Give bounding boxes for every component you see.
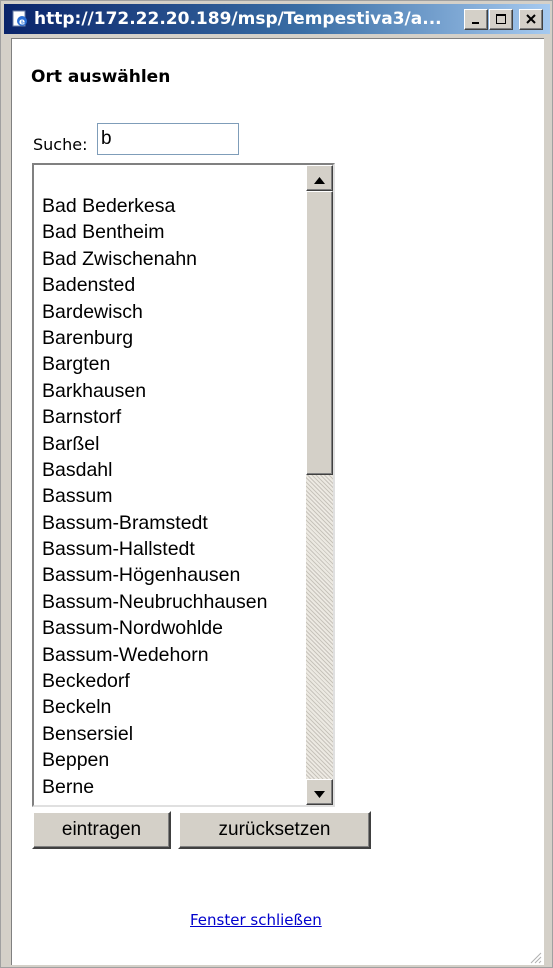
arrow-up-icon <box>314 169 325 188</box>
arrow-down-icon <box>314 783 325 802</box>
reset-button[interactable]: zurücksetzen <box>178 811 371 849</box>
submit-button[interactable]: eintragen <box>32 811 171 849</box>
list-item[interactable]: Bassum-Hallstedt <box>42 536 312 562</box>
list-item[interactable]: Barenburg <box>42 325 312 351</box>
scrollbar-thumb[interactable] <box>306 191 333 475</box>
minimize-button[interactable] <box>464 9 488 30</box>
list-item[interactable]: Bassum-Nordwohlde <box>42 615 312 641</box>
maximize-icon <box>495 10 507 29</box>
ie-page-icon: e <box>10 9 30 29</box>
scroll-down-button[interactable] <box>306 779 333 805</box>
list-item[interactable]: Barnstorf <box>42 404 312 430</box>
list-item[interactable]: Barkhausen <box>42 378 312 404</box>
close-button[interactable] <box>519 9 543 30</box>
list-item[interactable]: Beckedorf <box>42 668 312 694</box>
page-content: Ort auswählen Suche: Bad BederkesaBad Be… <box>11 38 544 965</box>
list-item[interactable]: Beppen <box>42 747 312 773</box>
list-item[interactable]: Bassum-Neubruchhausen <box>42 589 312 615</box>
search-input[interactable] <box>97 123 239 155</box>
title-bar[interactable]: e http://172.22.20.189/msp/Tempestiva3/a… <box>4 4 550 34</box>
close-icon <box>525 10 537 29</box>
list-item[interactable]: Bad Bentheim <box>42 219 312 245</box>
search-label: Suche: <box>33 135 88 154</box>
list-item[interactable]: Bensersiel <box>42 721 312 747</box>
resize-grip[interactable] <box>528 949 542 964</box>
place-listbox[interactable]: Bad Bederkesa Bad Bentheim Bad Zwischenahn… <box>32 163 335 807</box>
list-item[interactable]: Bardewisch <box>42 299 312 325</box>
page-title: Ort auswählen <box>31 67 171 87</box>
list-item[interactable]: Beckeln <box>42 694 312 720</box>
place-list: Bad Bederkesa Bad Bentheim Bad Zwischenahn… <box>42 193 312 800</box>
window-title: http://172.22.20.189/msp/Tempestiva3/a..… <box>34 9 442 29</box>
list-item[interactable]: Bassum-Wedehorn <box>42 642 312 668</box>
list-item[interactable]: Barßel <box>42 431 312 457</box>
maximize-button[interactable] <box>489 9 513 30</box>
scroll-up-button[interactable] <box>306 165 333 191</box>
close-window-link[interactable]: Fenster schließen <box>190 911 322 929</box>
list-item[interactable]: Bassum-Högenhausen <box>42 562 312 588</box>
list-item[interactable]: Basdahl <box>42 457 312 483</box>
vertical-scrollbar[interactable] <box>306 165 333 805</box>
list-item[interactable]: Bassum <box>42 483 312 509</box>
list-item[interactable]: Bad Zwischenahn <box>42 246 312 272</box>
list-item[interactable]: Badensted <box>42 272 312 298</box>
minimize-icon <box>470 10 482 29</box>
svg-text:e: e <box>19 18 25 28</box>
list-item[interactable]: Berne <box>42 774 312 800</box>
popup-window: e http://172.22.20.189/msp/Tempestiva3/a… <box>0 0 553 968</box>
list-item[interactable]: Bassum-Bramstedt <box>42 510 312 536</box>
list-item[interactable]: Bargten <box>42 351 312 377</box>
list-item[interactable]: Bad Bederkesa <box>42 193 312 219</box>
